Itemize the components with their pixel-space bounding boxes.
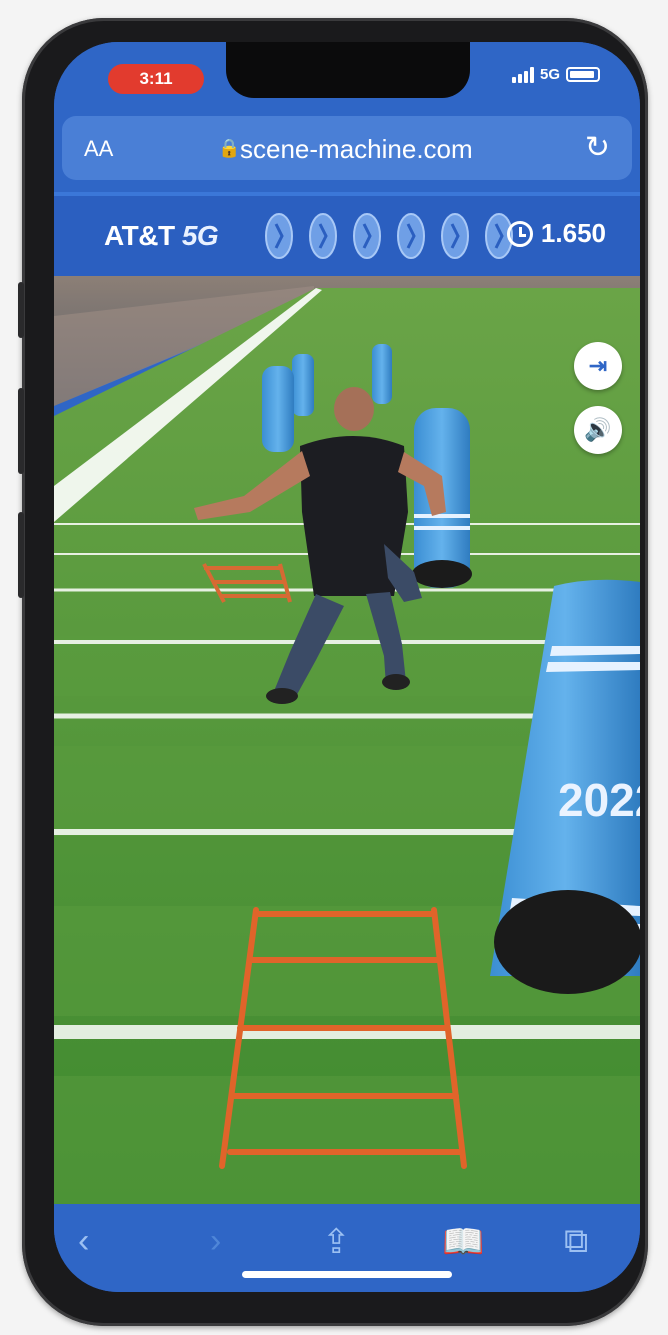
brand-5g-text: 5G [181,220,219,251]
token-icon [309,213,337,259]
forward-icon[interactable]: › [210,1222,221,1261]
signal-icon [511,66,534,83]
battery-icon [566,67,600,82]
network-label: 5G [539,66,560,83]
game-scene: 2022 [54,276,640,1204]
browser-toolbar: ‹ › ⇪ 📖 ⧉ [54,1204,640,1292]
token-icon [353,213,381,259]
volume-icon[interactable]: 🔊 [574,406,622,454]
timer-value: 1.650 [540,218,606,248]
token-row [262,210,516,262]
att-5g-logo: AT&T 5G [104,220,219,252]
clock-icon [506,220,533,247]
exit-icon[interactable]: ⇥ [574,342,622,390]
dummy-label: 2022 [558,774,640,826]
status-bar: 3:11 5G [54,42,640,112]
home-indicator[interactable] [242,1271,452,1278]
notch [226,42,470,98]
token-icon [397,213,425,259]
screen: 3:11 5G AA 🔒 scene-machine.com ↻ AT&T 5G [54,42,640,1292]
url-text[interactable]: scene-machine.com [240,134,473,165]
token-icon [441,213,469,259]
game-header: AT&T 5G 1.650 [54,192,640,280]
back-icon[interactable]: ‹ [78,1222,89,1261]
timer: 1.650 [506,218,606,249]
share-icon[interactable]: ⇪ [322,1222,351,1262]
volume-down-button [18,512,24,598]
time-pill[interactable]: 3:11 [108,64,204,94]
lock-icon: 🔒 [218,138,241,158]
address-bar[interactable]: AA 🔒 scene-machine.com ↻ [62,116,632,180]
text-size-button[interactable]: AA [84,136,113,162]
game-canvas[interactable]: 2022 ⇥ 🔊 [54,276,640,1204]
reload-icon[interactable]: ↻ [585,130,610,165]
brand-text: AT&T [104,220,175,251]
volume-up-button [18,388,24,474]
side-button [18,282,24,338]
tabs-icon[interactable]: ⧉ [564,1222,588,1261]
status-indicators: 5G [511,66,600,83]
bookmarks-icon[interactable]: 📖 [442,1222,484,1262]
token-icon [265,213,293,259]
